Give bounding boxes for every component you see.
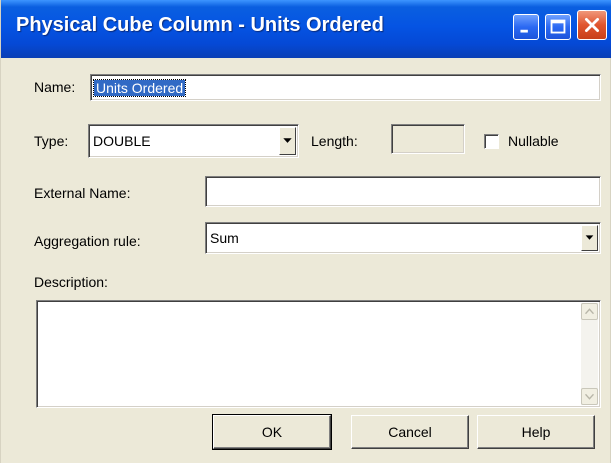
dialog-window: Physical Cube Column - Units Ordered Nam… <box>0 0 611 463</box>
aggregation-rule-value: Sum <box>210 230 239 246</box>
type-value: DOUBLE <box>93 133 151 149</box>
chevron-down-icon <box>585 235 594 240</box>
chevron-down-icon <box>585 393 594 400</box>
ok-button[interactable]: OK <box>212 414 332 450</box>
external-name-label: External Name: <box>34 185 131 201</box>
maximize-icon <box>550 19 566 34</box>
cancel-button[interactable]: Cancel <box>351 415 469 449</box>
name-value: Units Ordered <box>92 78 187 97</box>
type-select[interactable]: DOUBLE <box>88 124 299 158</box>
aggregation-rule-select[interactable]: Sum <box>205 222 601 254</box>
length-field[interactable] <box>391 124 465 154</box>
aggregation-dropdown-button[interactable] <box>581 225 598 251</box>
type-label: Type: <box>34 133 69 149</box>
minimize-button[interactable] <box>513 14 539 40</box>
name-label: Name: <box>34 79 76 95</box>
description-scrollbar[interactable] <box>581 303 598 405</box>
chevron-down-icon <box>283 138 292 143</box>
title-bar[interactable]: Physical Cube Column - Units Ordered <box>1 0 611 58</box>
minimize-icon <box>520 29 528 33</box>
nullable-checkbox[interactable] <box>484 134 499 149</box>
close-button[interactable] <box>577 10 607 40</box>
type-dropdown-button[interactable] <box>279 127 296 155</box>
scroll-up-button[interactable] <box>581 303 598 320</box>
scroll-down-button[interactable] <box>581 388 598 405</box>
external-name-field[interactable] <box>205 176 601 207</box>
length-label: Length: <box>311 133 358 149</box>
window-title: Physical Cube Column - Units Ordered <box>16 14 384 36</box>
name-field[interactable]: Units Ordered <box>90 74 601 101</box>
maximize-button[interactable] <box>545 14 571 40</box>
chevron-up-icon <box>585 308 594 315</box>
nullable-label[interactable]: Nullable <box>508 133 559 149</box>
aggregation-rule-label: Aggregation rule: <box>34 233 141 249</box>
description-label: Description: <box>34 274 108 290</box>
help-button[interactable]: Help <box>477 415 595 449</box>
close-icon <box>585 18 599 32</box>
description-textarea[interactable] <box>36 300 601 408</box>
